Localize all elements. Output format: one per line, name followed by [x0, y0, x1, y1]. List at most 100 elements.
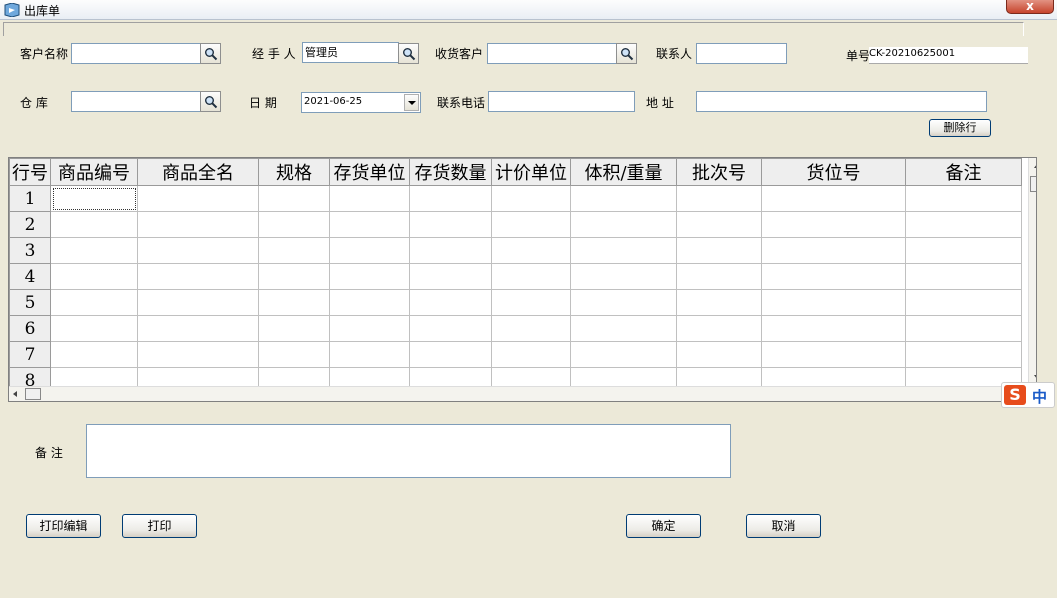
table-cell[interactable] [761, 211, 906, 238]
table-row[interactable]: 3 [9, 237, 1022, 264]
table-cell[interactable] [570, 237, 677, 264]
table-row[interactable]: 6 [9, 315, 1022, 342]
date-picker[interactable]: 2021-06-25 [301, 92, 421, 113]
column-header[interactable]: 规格 [258, 158, 330, 186]
table-cell[interactable] [137, 211, 259, 238]
table-cell[interactable] [409, 289, 492, 316]
table-cell[interactable] [491, 289, 571, 316]
table-cell[interactable] [409, 341, 492, 368]
table-cell[interactable] [905, 341, 1022, 368]
table-cell[interactable] [137, 341, 259, 368]
ime-indicator[interactable]: S 中 [1001, 382, 1055, 408]
table-cell[interactable] [905, 185, 1022, 212]
table-cell[interactable] [329, 237, 410, 264]
table-cell[interactable] [409, 263, 492, 290]
scroll-left-icon[interactable] [9, 387, 23, 401]
column-header[interactable]: 备注 [905, 158, 1022, 186]
contact-field[interactable] [696, 43, 787, 64]
table-cell[interactable] [258, 211, 330, 238]
table-cell[interactable] [409, 315, 492, 342]
table-cell[interactable] [329, 211, 410, 238]
warehouse-search-button[interactable] [200, 91, 221, 112]
table-cell[interactable] [676, 185, 762, 212]
column-header[interactable]: 货位号 [761, 158, 906, 186]
column-header[interactable]: 计价单位 [491, 158, 571, 186]
table-cell[interactable] [329, 289, 410, 316]
table-cell[interactable] [491, 185, 571, 212]
table-cell[interactable] [676, 289, 762, 316]
table-cell[interactable] [570, 289, 677, 316]
table-cell[interactable] [761, 263, 906, 290]
table-cell[interactable] [676, 211, 762, 238]
table-cell[interactable] [676, 341, 762, 368]
table-cell[interactable] [761, 237, 906, 264]
customer-search-button[interactable] [200, 43, 221, 64]
table-cell[interactable] [329, 315, 410, 342]
phone-field[interactable] [488, 91, 635, 112]
table-cell[interactable] [409, 237, 492, 264]
table-cell[interactable] [570, 211, 677, 238]
handler-search-button[interactable] [398, 43, 419, 64]
cancel-button[interactable]: 取消 [746, 514, 821, 538]
column-header[interactable]: 批次号 [676, 158, 762, 186]
receiver-search-button[interactable] [616, 43, 637, 64]
table-row[interactable]: 1 [9, 185, 1022, 212]
table-cell[interactable] [137, 263, 259, 290]
table-cell[interactable] [409, 211, 492, 238]
column-header[interactable]: 存货数量 [409, 158, 492, 186]
table-cell[interactable] [491, 263, 571, 290]
column-header[interactable]: 商品编号 [50, 158, 138, 186]
scroll-thumb[interactable] [25, 388, 41, 400]
table-cell[interactable] [491, 211, 571, 238]
table-cell[interactable] [329, 185, 410, 212]
table-cell[interactable] [905, 211, 1022, 238]
warehouse-field[interactable] [71, 91, 201, 112]
scroll-thumb[interactable] [1030, 176, 1036, 192]
receiver-field[interactable] [487, 43, 617, 64]
close-button[interactable]: x [1006, 0, 1054, 14]
table-row[interactable]: 5 [9, 289, 1022, 316]
column-header[interactable]: 体积/重量 [570, 158, 677, 186]
address-field[interactable] [696, 91, 987, 112]
chevron-down-icon[interactable] [404, 94, 419, 111]
horizontal-scrollbar[interactable] [9, 386, 1028, 401]
table-cell[interactable] [258, 237, 330, 264]
table-cell[interactable] [50, 289, 138, 316]
table-cell[interactable] [491, 237, 571, 264]
table-cell[interactable] [258, 289, 330, 316]
print-edit-button[interactable]: 打印编辑 [26, 514, 101, 538]
table-cell[interactable] [137, 185, 259, 212]
table-cell[interactable] [676, 263, 762, 290]
table-cell[interactable] [761, 315, 906, 342]
remark-textarea[interactable] [86, 424, 731, 478]
table-cell[interactable] [491, 341, 571, 368]
table-cell[interactable] [761, 289, 906, 316]
table-cell[interactable] [570, 263, 677, 290]
table-cell[interactable] [50, 237, 138, 264]
column-header[interactable]: 行号 [9, 158, 51, 186]
handler-field[interactable]: 管理员 [302, 42, 399, 63]
table-cell[interactable] [329, 263, 410, 290]
table-cell[interactable] [570, 315, 677, 342]
table-cell[interactable] [50, 185, 138, 212]
item-grid[interactable]: 行号 商品编号 商品全名 规格 存货单位 存货数量 计价单位 体积/重量 批次号… [8, 157, 1037, 402]
table-cell[interactable] [137, 237, 259, 264]
table-cell[interactable] [905, 315, 1022, 342]
ok-button[interactable]: 确定 [626, 514, 701, 538]
print-button[interactable]: 打印 [122, 514, 197, 538]
table-row[interactable]: 7 [9, 341, 1022, 368]
table-cell[interactable] [905, 289, 1022, 316]
table-cell[interactable] [329, 341, 410, 368]
table-cell[interactable] [258, 263, 330, 290]
table-cell[interactable] [50, 211, 138, 238]
table-cell[interactable] [50, 263, 138, 290]
table-cell[interactable] [676, 237, 762, 264]
column-header[interactable]: 商品全名 [137, 158, 259, 186]
table-cell[interactable] [258, 185, 330, 212]
table-cell[interactable] [761, 185, 906, 212]
delete-row-button[interactable]: 删除行 [929, 119, 991, 137]
table-cell[interactable] [50, 341, 138, 368]
table-cell[interactable] [761, 341, 906, 368]
table-row[interactable]: 4 [9, 263, 1022, 290]
table-cell[interactable] [137, 289, 259, 316]
